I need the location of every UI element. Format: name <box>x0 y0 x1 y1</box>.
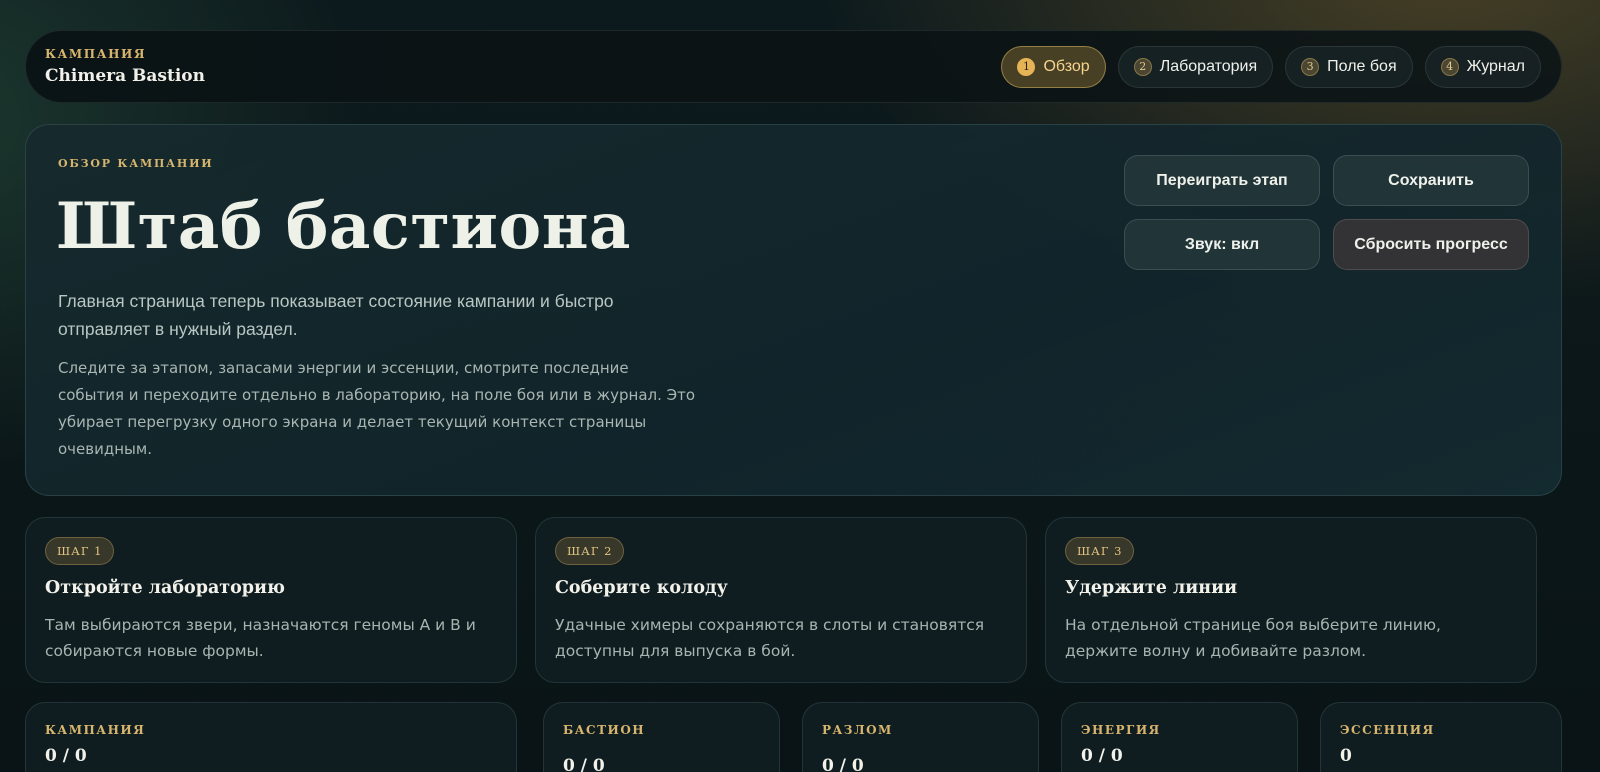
step-badge: ШАГ 3 <box>1065 537 1135 565</box>
main-nav: 1 Обзор 2 Лаборатория 3 Поле боя 4 Журна… <box>1001 45 1541 88</box>
step-text: На отдельной странице боя выберите линию… <box>1065 616 1441 660</box>
stat-label: РАЗЛОМ <box>822 723 893 737</box>
reset-progress-button[interactable]: Сбросить прогресс <box>1333 219 1529 270</box>
stat-label: ЭНЕРГИЯ <box>1081 723 1161 737</box>
sound-toggle-button[interactable]: Звук: вкл <box>1124 219 1320 270</box>
brand: КАМПАНИЯ Chimera Bastion <box>45 47 205 86</box>
brand-title: Chimera Bastion <box>45 66 206 86</box>
stat-value: 0 / 0 <box>563 756 605 772</box>
stat-label: ЭССЕНЦИЯ <box>1340 723 1435 737</box>
stat-value: 0 <box>1340 746 1352 766</box>
tab-label: Обзор <box>1043 57 1090 75</box>
step-title: Откройте лабораторию <box>45 578 285 598</box>
tab-number-badge: 1 <box>1017 57 1036 76</box>
tab-journal[interactable]: 4 Журнал <box>1424 45 1541 88</box>
stat-essence: ЭССЕНЦИЯ 0 <box>1320 702 1562 772</box>
step-badge: ШАГ 2 <box>555 537 625 565</box>
stat-value: 0 / 0 <box>1081 746 1123 766</box>
stat-bastion: БАСТИОН 0 / 0 <box>543 702 780 772</box>
step-card: ШАГ 2 Соберите колоду Удачные химеры сох… <box>535 517 1027 683</box>
step-card: ШАГ 3 Удержите линии На отдельной страни… <box>1045 517 1537 683</box>
step-card: ШАГ 1 Откройте лабораторию Там выбираютс… <box>25 517 517 683</box>
stat-value: 0 / 0 <box>822 756 864 772</box>
page-title: Штаб бастиона <box>56 189 631 264</box>
stat-rift: РАЗЛОМ 0 / 0 <box>802 702 1039 772</box>
step-title: Соберите колоду <box>555 578 728 598</box>
step-badge: ШАГ 1 <box>45 537 115 565</box>
steps-row: ШАГ 1 Откройте лабораторию Там выбираютс… <box>25 517 1562 683</box>
tab-number-badge: 2 <box>1133 57 1152 76</box>
hero-actions: Переиграть этап Сохранить Звук: вкл Сбро… <box>1124 155 1529 270</box>
tab-label: Журнал <box>1466 57 1525 75</box>
tab-number-badge: 4 <box>1440 57 1459 76</box>
hero-kicker: ОБЗОР КАМПАНИИ <box>58 157 214 170</box>
stat-value: 0 / 0 <box>45 746 87 766</box>
stat-energy: ЭНЕРГИЯ 0 / 0 <box>1061 702 1298 772</box>
save-button[interactable]: Сохранить <box>1333 155 1529 206</box>
top-bar: КАМПАНИЯ Chimera Bastion 1 Обзор 2 Лабор… <box>25 30 1562 103</box>
hero-lead: Главная страница теперь показывает состо… <box>58 291 614 339</box>
stat-label: БАСТИОН <box>563 723 646 737</box>
tab-number-badge: 3 <box>1301 57 1320 76</box>
tab-label: Поле боя <box>1327 57 1397 75</box>
tab-overview[interactable]: 1 Обзор <box>1001 45 1106 88</box>
step-text: Удачные химеры сохраняются в слоты и ста… <box>555 616 985 660</box>
step-text: Там выбираются звери, назначаются геномы… <box>45 616 476 660</box>
brand-kicker: КАМПАНИЯ <box>45 47 147 61</box>
tab-laboratory[interactable]: 2 Лаборатория <box>1117 45 1274 88</box>
tab-battlefield[interactable]: 3 Поле боя <box>1285 45 1413 88</box>
step-title: Удержите линии <box>1065 578 1238 598</box>
stat-campaign: КАМПАНИЯ 0 / 0 <box>25 702 517 772</box>
stats-row: КАМПАНИЯ 0 / 0 БАСТИОН 0 / 0 РАЗЛОМ 0 / … <box>25 702 1562 772</box>
stat-label: КАМПАНИЯ <box>45 723 146 737</box>
hero-panel: ОБЗОР КАМПАНИИ Штаб бастиона Главная стр… <box>25 124 1562 496</box>
tab-label: Лаборатория <box>1159 57 1258 75</box>
replay-stage-button[interactable]: Переиграть этап <box>1124 155 1320 206</box>
hero-body: Следите за этапом, запасами энергии и эс… <box>58 359 696 458</box>
